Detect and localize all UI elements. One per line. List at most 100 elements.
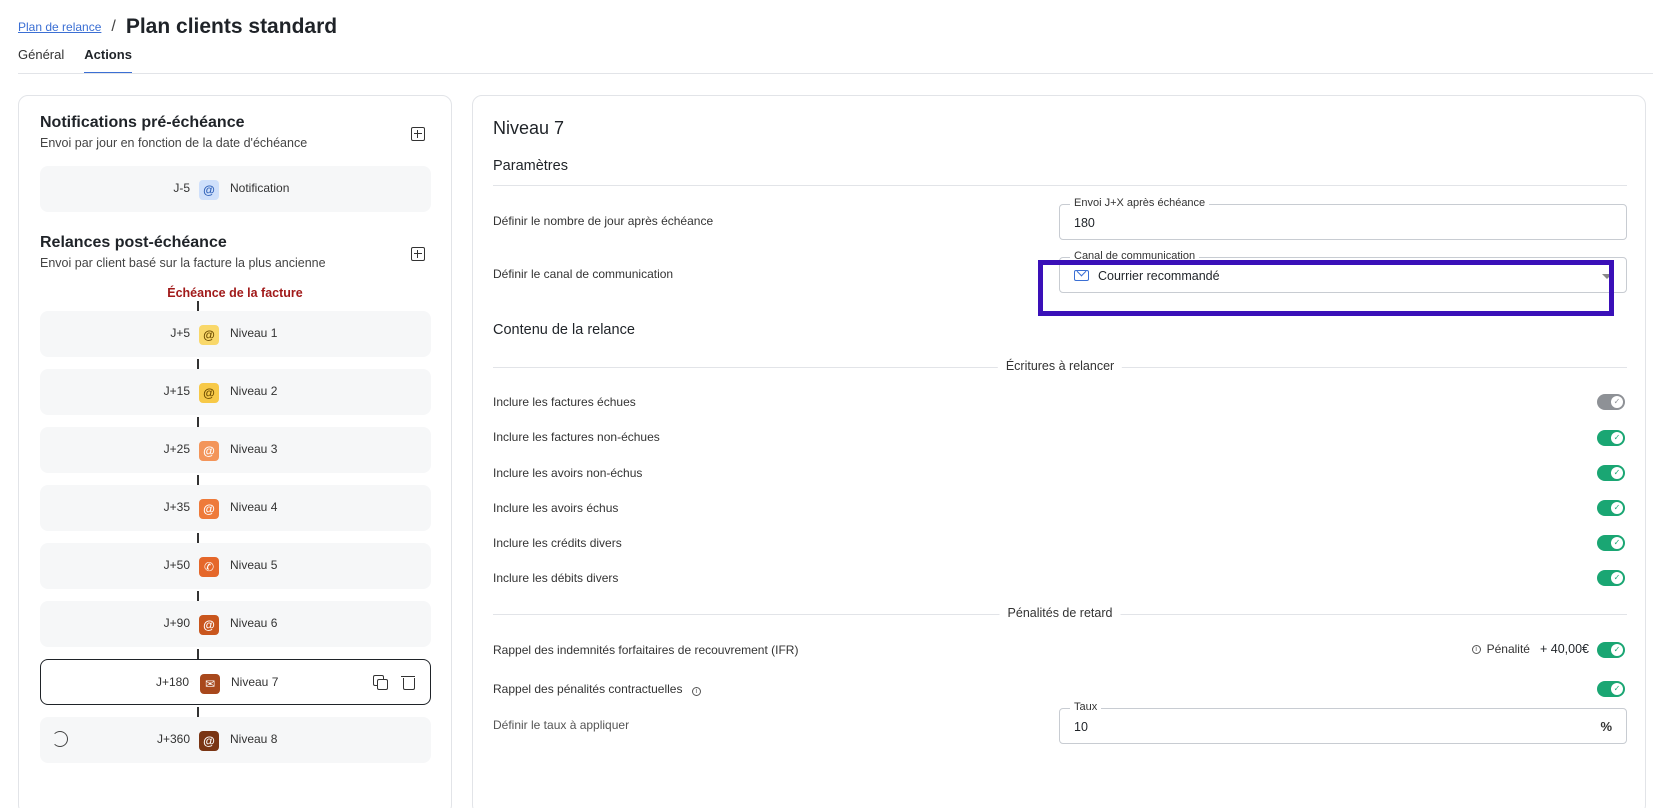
- days-after-due-value: 180: [1074, 216, 1095, 230]
- page-title: Plan clients standard: [125, 15, 338, 38]
- toggle-factures-non-echues[interactable]: ✓: [1597, 430, 1625, 446]
- level-4-step[interactable]: J+35 @ Niveau 4: [40, 485, 431, 531]
- days-row-label: Définir le nombre de jour après échéance: [493, 214, 714, 228]
- level-title: Niveau 7: [493, 118, 565, 138]
- step-day: J+5: [170, 326, 190, 340]
- step-day: J+180: [155, 675, 189, 689]
- tab-actions[interactable]: Actions: [84, 46, 132, 74]
- entry-label: Inclure les débits divers: [493, 571, 619, 585]
- trash-icon[interactable]: [400, 674, 416, 690]
- step-day: J+15: [163, 384, 190, 398]
- check-icon: ✓: [1611, 683, 1623, 695]
- envelope-icon: ✉: [200, 674, 220, 694]
- ifr-row-label: Rappel des indemnités forfaitaires de re…: [493, 643, 799, 657]
- email-icon: @: [199, 383, 219, 403]
- rate-field[interactable]: Taux 10 %: [1059, 701, 1627, 744]
- entry-label: Inclure les avoirs non-échus: [493, 466, 643, 480]
- check-icon: ✓: [1611, 644, 1623, 656]
- entry-label: Inclure les factures non-échues: [493, 430, 660, 444]
- duplicate-icon[interactable]: [372, 674, 388, 690]
- repeat-icon[interactable]: [52, 731, 68, 747]
- step-label: Notification: [230, 181, 290, 195]
- step-label: Niveau 6: [230, 616, 278, 630]
- field-legend: Taux: [1070, 701, 1102, 713]
- pre-step-j-5[interactable]: J-5 @ Notification: [40, 166, 431, 212]
- timeline-connector: [197, 359, 199, 369]
- timeline-connector: [197, 475, 199, 485]
- check-icon: ✓: [1611, 432, 1623, 444]
- envelope-icon: [1074, 270, 1089, 281]
- info-icon[interactable]: i: [691, 687, 701, 696]
- email-icon: @: [199, 499, 219, 519]
- toggle-avoirs-non-echus[interactable]: ✓: [1597, 465, 1625, 481]
- entry-label: Inclure les factures échues: [493, 395, 636, 409]
- step-day: J+50: [163, 558, 190, 572]
- toggle-debits-divers[interactable]: ✓: [1597, 570, 1625, 586]
- timeline-connector: [197, 649, 199, 659]
- field-legend: Envoi J+X après échéance: [1070, 197, 1210, 209]
- timeline-connector: [197, 533, 199, 543]
- email-icon: @: [199, 325, 219, 345]
- level-7-step[interactable]: J+180 ✉ Niveau 7: [40, 659, 431, 705]
- invoice-due-label: Échéance de la facture: [167, 286, 303, 300]
- channel-row-label: Définir le canal de communication: [493, 267, 674, 281]
- ifr-penalty: i Pénalité + 40,00€: [1471, 642, 1589, 656]
- penalty-amount: + 40,00€: [1539, 642, 1589, 656]
- step-label: Niveau 7: [231, 675, 279, 689]
- channel-select[interactable]: Canal de communication Courrier recomman…: [1059, 250, 1627, 293]
- post-due-title: Relances post-échéance: [40, 234, 227, 251]
- contract-penalties-label: Rappel des pénalités contractuelles: [493, 682, 683, 696]
- level-5-step[interactable]: J+50 ✆ Niveau 5: [40, 543, 431, 589]
- email-icon: @: [199, 615, 219, 635]
- days-after-due-field[interactable]: Envoi J+X après échéance 180: [1059, 197, 1627, 240]
- tab-general[interactable]: Général: [18, 46, 64, 74]
- pre-due-title: Notifications pré-échéance: [40, 114, 245, 131]
- add-post-level-button[interactable]: [411, 247, 425, 261]
- step-label: Niveau 5: [230, 558, 278, 572]
- penalties-divider-label: Pénalités de retard: [999, 606, 1121, 620]
- step-day: J+35: [163, 500, 190, 514]
- field-legend: Canal de communication: [1070, 250, 1200, 262]
- percent-suffix: %: [1600, 719, 1612, 734]
- penalties-divider: Pénalités de retard: [493, 606, 1627, 622]
- add-pre-notification-button[interactable]: [411, 127, 425, 141]
- params-divider: [493, 185, 1627, 186]
- entry-label: Inclure les crédits divers: [493, 536, 622, 550]
- toggle-credits-divers[interactable]: ✓: [1597, 535, 1625, 551]
- tab-bar: Général Actions: [18, 46, 152, 74]
- level-6-step[interactable]: J+90 @ Niveau 6: [40, 601, 431, 647]
- breadcrumb-separator: /: [111, 18, 116, 35]
- step-day: J+360: [156, 732, 190, 746]
- timeline-connector: [197, 301, 199, 311]
- email-icon: @: [199, 731, 219, 751]
- rate-row-label: Définir le taux à appliquer: [493, 718, 630, 732]
- chevron-down-icon: [1602, 274, 1612, 279]
- level-3-step[interactable]: J+25 @ Niveau 3: [40, 427, 431, 473]
- toggle-ifr[interactable]: ✓: [1597, 642, 1625, 658]
- post-due-subtitle: Envoi par client basé sur la facture la …: [40, 256, 326, 270]
- level-2-step[interactable]: J+15 @ Niveau 2: [40, 369, 431, 415]
- breadcrumb: Plan de relance / Plan clients standard: [18, 12, 337, 42]
- contract-penalties-row: Rappel des pénalités contractuelles i: [493, 682, 701, 696]
- timeline-connector: [197, 591, 199, 601]
- email-icon: @: [199, 441, 219, 461]
- step-day: J+25: [163, 442, 190, 456]
- rate-value: 10: [1074, 720, 1088, 734]
- phone-icon: ✆: [199, 557, 219, 577]
- toggle-avoirs-echus[interactable]: ✓: [1597, 500, 1625, 516]
- pre-due-subtitle: Envoi par jour en fonction de la date d'…: [40, 136, 308, 150]
- toggle-factures-echues[interactable]: ✓: [1597, 394, 1625, 410]
- level-1-step[interactable]: J+5 @ Niveau 1: [40, 311, 431, 357]
- toggle-contract-penalties[interactable]: ✓: [1597, 681, 1625, 697]
- tabs-divider: [18, 73, 1653, 74]
- check-icon: ✓: [1611, 396, 1623, 408]
- info-icon[interactable]: i: [1471, 644, 1481, 654]
- step-label: Niveau 1: [230, 326, 278, 340]
- entry-label: Inclure les avoirs échus: [493, 501, 619, 515]
- level-8-step[interactable]: J+360 @ Niveau 8: [40, 717, 431, 763]
- penalty-label: Pénalité: [1486, 642, 1530, 656]
- step-day: J-5: [173, 181, 190, 195]
- step-label: Niveau 4: [230, 500, 278, 514]
- check-icon: ✓: [1611, 572, 1623, 584]
- breadcrumb-link-plan-de-relance[interactable]: Plan de relance: [18, 20, 101, 34]
